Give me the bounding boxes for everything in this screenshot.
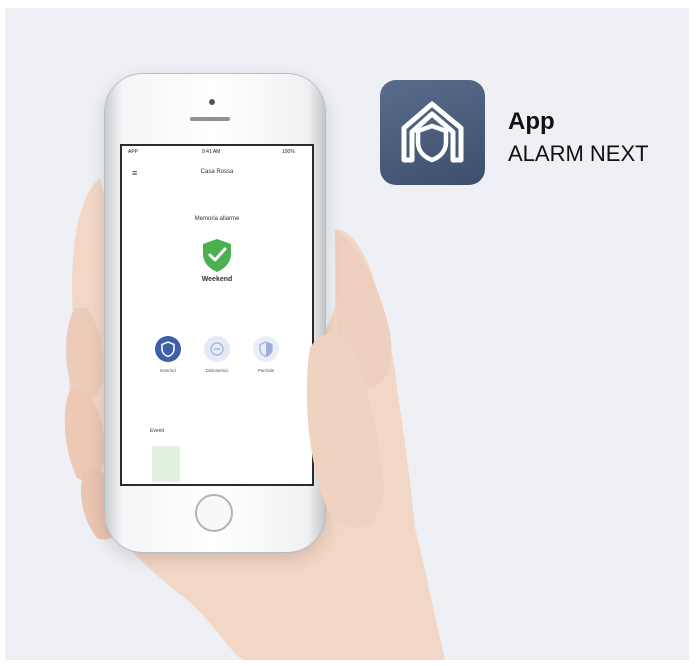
app-title: App (508, 108, 555, 135)
app-name: ALARM NEXT (508, 141, 649, 166)
background: APP 9:41 AM 100% ≡ Casa Rossa Memoria al… (5, 8, 689, 660)
shield-house-icon (401, 101, 464, 163)
thumb-illustration (306, 333, 384, 528)
app-icon[interactable] (380, 80, 485, 185)
